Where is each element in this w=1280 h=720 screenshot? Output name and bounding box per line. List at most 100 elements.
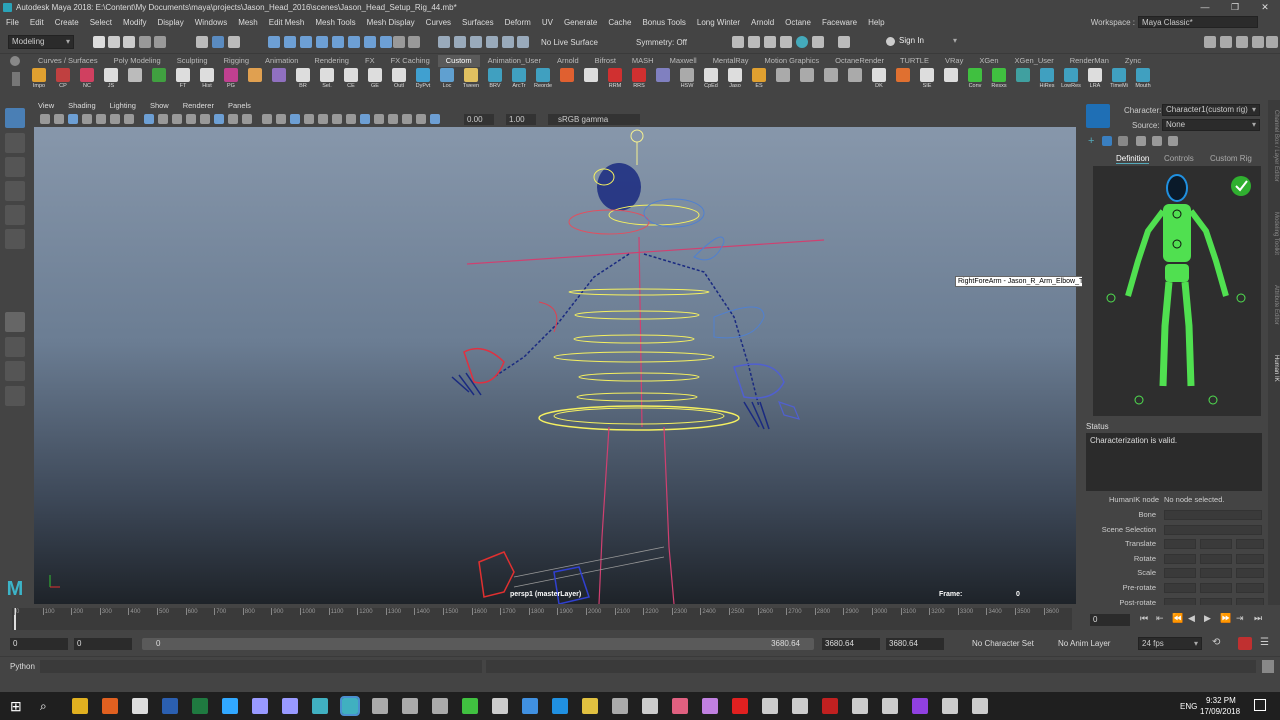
maya-icon[interactable]: [312, 698, 328, 714]
aftereffects-icon[interactable]: [282, 698, 298, 714]
shelf-button-0[interactable]: Impo: [28, 68, 50, 91]
tool12-icon[interactable]: [852, 698, 868, 714]
twitch-icon[interactable]: [912, 698, 928, 714]
tool13-icon[interactable]: [882, 698, 898, 714]
shelf-button-13[interactable]: CE: [340, 68, 362, 91]
snap-live-icon[interactable]: [380, 36, 392, 48]
viewport-tool-icon[interactable]: [214, 114, 224, 124]
snap-point-icon[interactable]: [300, 36, 312, 48]
tool15-icon[interactable]: [972, 698, 988, 714]
viewport-tool-icon[interactable]: [110, 114, 120, 124]
shelf-tab-animation[interactable]: Animation: [257, 55, 306, 67]
attribute-editor-icon[interactable]: [1236, 36, 1248, 48]
shelf-button-20[interactable]: ArcTr: [508, 68, 530, 91]
shelf-button-12[interactable]: Sel.: [316, 68, 338, 91]
viewport-menu-renderer[interactable]: Renderer: [183, 100, 214, 112]
shelf-tab-curves-surfaces[interactable]: Curves / Surfaces: [30, 55, 106, 67]
menu-deform[interactable]: Deform: [505, 15, 531, 30]
shelf-button-10[interactable]: [268, 68, 290, 91]
menu-uv[interactable]: UV: [542, 15, 553, 30]
word-icon[interactable]: [162, 698, 178, 714]
shelf-tab-xgen[interactable]: XGen: [971, 55, 1006, 67]
snap-together-icon[interactable]: [470, 36, 482, 48]
hik-prop-field[interactable]: [1236, 568, 1264, 579]
redo-icon[interactable]: [154, 36, 166, 48]
lasso-tool-icon[interactable]: [5, 133, 25, 153]
anim-prefs-icon[interactable]: ☰: [1260, 637, 1269, 648]
filezilla-icon[interactable]: [822, 698, 838, 714]
anim-end-field[interactable]: 3680.64: [886, 638, 944, 650]
tab-channel-box[interactable]: Channel Box / Layer Editor: [1269, 110, 1279, 182]
shelf-button-38[interactable]: [940, 68, 962, 91]
shelf-button-43[interactable]: LowRes: [1060, 68, 1082, 91]
menu-generate[interactable]: Generate: [564, 15, 597, 30]
tab-custom-rig[interactable]: Custom Rig: [1210, 154, 1252, 163]
timeline-track[interactable]: 0 100 200 300 400 500 600 700 800 900 1000 1100 1200…: [12, 608, 1072, 630]
folder-open-icon[interactable]: [1136, 136, 1146, 146]
tool4-icon[interactable]: [492, 698, 508, 714]
shelf-button-35[interactable]: DK: [868, 68, 890, 91]
snap-grid-icon[interactable]: [268, 36, 280, 48]
shelf-tab-octanerender[interactable]: OctaneRender: [827, 55, 892, 67]
clock-time[interactable]: 9:32 PM: [1206, 696, 1236, 705]
shelf-button-18[interactable]: Tween: [460, 68, 482, 91]
viewport-tool-icon[interactable]: [228, 114, 238, 124]
menu-arnold[interactable]: Arnold: [751, 15, 774, 30]
history-toggle-icon[interactable]: [408, 36, 420, 48]
shelf-button-17[interactable]: Loc: [436, 68, 458, 91]
script-editor-icon[interactable]: [1262, 660, 1274, 673]
menu-file[interactable]: File: [6, 15, 19, 30]
menu-create[interactable]: Create: [55, 15, 79, 30]
make-live-icon[interactable]: [486, 36, 498, 48]
viewport-menu-lighting[interactable]: Lighting: [110, 100, 136, 112]
hik-prop-field[interactable]: [1236, 539, 1264, 550]
shelf-tab-fx[interactable]: FX: [357, 55, 383, 67]
viewport-tool-icon[interactable]: [346, 114, 356, 124]
tool6-icon[interactable]: [612, 698, 628, 714]
shelf-tab-custom[interactable]: Custom: [437, 55, 480, 67]
rg-icon[interactable]: [432, 698, 448, 714]
menu-windows[interactable]: Windows: [195, 15, 227, 30]
shelf-button-8[interactable]: PG: [220, 68, 242, 91]
snap-vertex-icon[interactable]: [348, 36, 360, 48]
paint-select-icon[interactable]: [5, 157, 25, 177]
viewport-menu-shading[interactable]: Shading: [68, 100, 96, 112]
rig-wireframe[interactable]: [34, 127, 1076, 604]
viewport-tool-icon[interactable]: [68, 114, 78, 124]
menu-mesh-tools[interactable]: Mesh Tools: [315, 15, 355, 30]
delete-icon[interactable]: [1168, 136, 1178, 146]
shelf-tab-zync[interactable]: Zync: [1117, 55, 1149, 67]
shelf-button-15[interactable]: Outl: [388, 68, 410, 91]
hik-prop-field[interactable]: [1164, 553, 1196, 564]
minimize-button[interactable]: —: [1190, 0, 1220, 15]
viewport-tool-icon[interactable]: [172, 114, 182, 124]
shelf-button-19[interactable]: BRV: [484, 68, 506, 91]
tab-definition[interactable]: Definition: [1116, 154, 1150, 164]
snap-surface-icon[interactable]: [332, 36, 344, 48]
render-frame-icon[interactable]: [748, 36, 760, 48]
firefox-icon[interactable]: [102, 698, 118, 714]
snap-curve-icon[interactable]: [284, 36, 296, 48]
rotate-tool-icon[interactable]: [5, 205, 25, 225]
range-slider[interactable]: 0 3680.64: [142, 638, 814, 650]
move-tool-icon[interactable]: [5, 181, 25, 201]
viewport-tool-icon[interactable]: [402, 114, 412, 124]
viewport-tool-icon[interactable]: [360, 114, 370, 124]
hik-prop-field[interactable]: [1164, 539, 1196, 550]
go-end-icon[interactable]: ⏭: [1254, 613, 1262, 624]
viewport-tool-icon[interactable]: [200, 114, 210, 124]
viewport-tool-icon[interactable]: [54, 114, 64, 124]
shelf-button-16[interactable]: DyPvt: [412, 68, 434, 91]
viewport-tool-icon[interactable]: [304, 114, 314, 124]
tool9-icon[interactable]: [732, 698, 748, 714]
command-input[interactable]: [40, 660, 482, 673]
tool-icon[interactable]: [132, 698, 148, 714]
menu-curves[interactable]: Curves: [426, 15, 451, 30]
hik-prop-field[interactable]: [1200, 553, 1232, 564]
render-settings-icon[interactable]: [780, 36, 792, 48]
hypershade-icon[interactable]: [796, 36, 808, 48]
menu-bonus-tools[interactable]: Bonus Tools: [642, 15, 685, 30]
shelf-button-23[interactable]: [580, 68, 602, 91]
shelf-settings-icon[interactable]: [10, 56, 20, 66]
shelf-tab-turtle[interactable]: TURTLE: [892, 55, 937, 67]
